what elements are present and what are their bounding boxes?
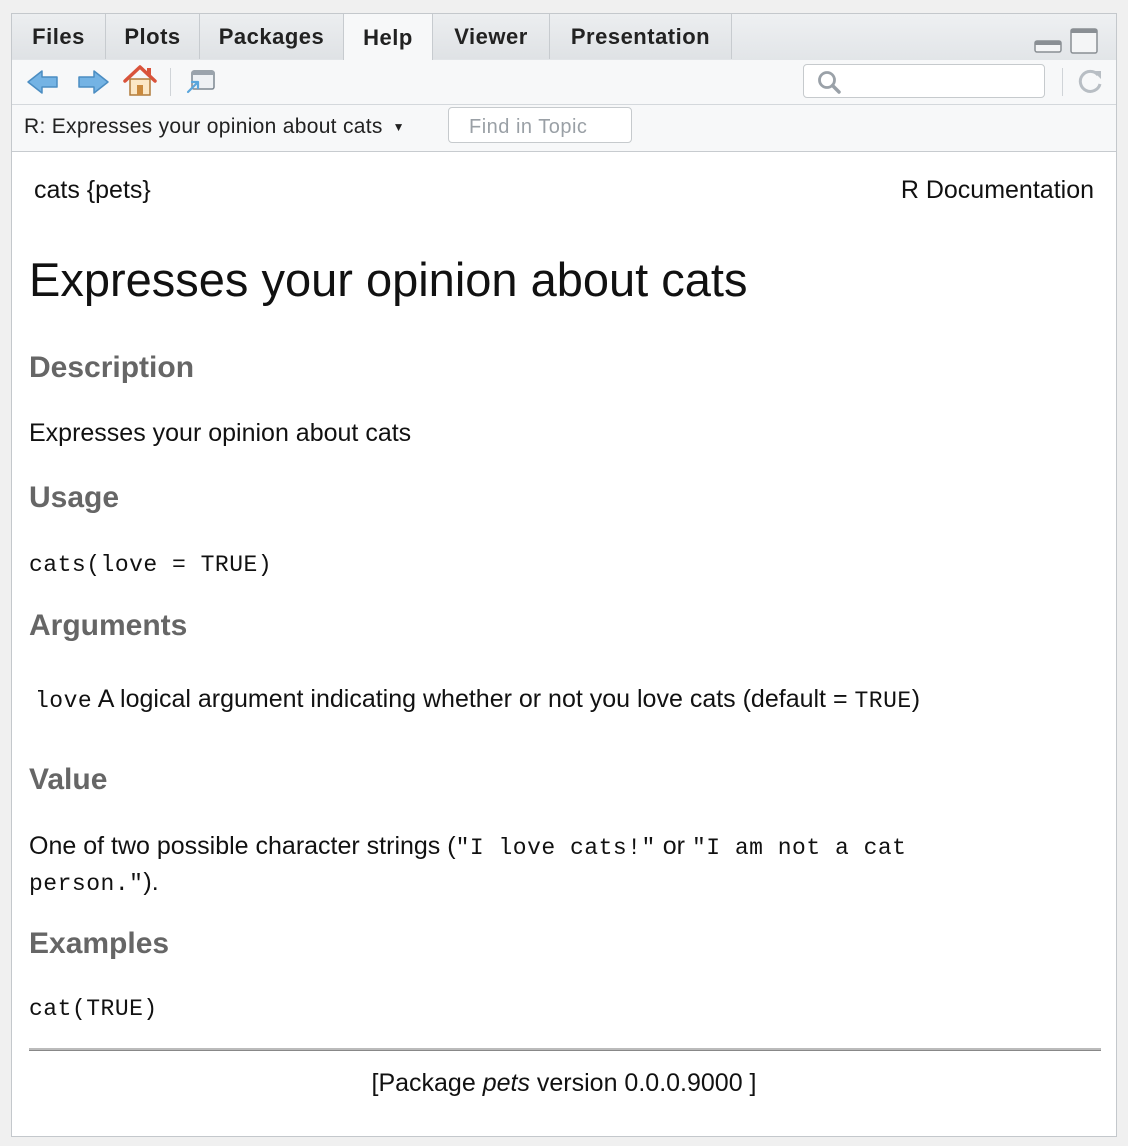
help-pane: Files Plots Packages Help Viewer Present… <box>11 13 1117 1137</box>
topic-package-label: cats {pets} <box>34 176 151 204</box>
arguments-heading: Arguments <box>29 609 188 642</box>
help-toolbar <box>12 60 1116 105</box>
minimize-pane-icon[interactable] <box>1034 28 1062 54</box>
show-in-new-window-icon[interactable] <box>184 68 218 96</box>
examples-heading: Examples <box>29 927 170 960</box>
tab-plots[interactable]: Plots <box>106 14 200 59</box>
refresh-icon[interactable] <box>1074 66 1106 98</box>
r-documentation-label: R Documentation <box>900 176 1094 204</box>
tab-packages[interactable]: Packages <box>200 14 344 59</box>
value-text-part: ). <box>143 868 159 896</box>
tab-bar: Files Plots Packages Help Viewer Present… <box>12 14 1116 61</box>
help-content: cats {pets} R Documentation Expresses yo… <box>12 152 1116 1136</box>
home-icon[interactable] <box>122 64 158 98</box>
footer-text: [Package <box>371 1069 483 1097</box>
chevron-down-icon: ▼ <box>392 120 405 135</box>
tab-help[interactable]: Help <box>343 14 433 61</box>
argument-description: A logical argument indicating whether or… <box>97 685 855 713</box>
forward-arrow-icon[interactable] <box>76 68 110 96</box>
examples-code: cat(TRUE) <box>29 996 158 1022</box>
value-code: "I am not a cat <box>691 835 907 861</box>
value-text: One of two possible character strings ("… <box>29 829 1029 901</box>
tab-presentation[interactable]: Presentation <box>550 14 732 59</box>
package-footer: [Package pets version 0.0.0.9000 ] <box>12 1069 1116 1098</box>
find-in-topic-input[interactable] <box>449 108 631 142</box>
value-text-part: or <box>655 832 692 860</box>
argument-name: love <box>35 688 93 714</box>
topic-bar: R: Expresses your opinion about cats ▼ <box>12 105 1116 152</box>
footer-divider <box>29 1048 1101 1051</box>
toolbar-separator <box>1062 68 1063 96</box>
maximize-pane-icon[interactable] <box>1070 28 1098 54</box>
find-in-topic-box[interactable] <box>448 107 632 143</box>
description-heading: Description <box>29 351 195 384</box>
usage-heading: Usage <box>29 481 120 514</box>
tab-viewer[interactable]: Viewer <box>433 14 550 59</box>
topic-dropdown-label: R: Expresses your opinion about cats <box>24 115 383 138</box>
value-text-part: One of two possible character strings ( <box>29 832 456 860</box>
usage-code: cats(love = TRUE) <box>29 552 273 578</box>
help-search-box[interactable] <box>803 64 1045 98</box>
help-search-input[interactable] <box>844 69 1038 95</box>
footer-text: version 0.0.0.9000 ] <box>529 1069 757 1097</box>
doc-title: Expresses your opinion about cats <box>29 253 748 306</box>
footer-package-name: pets <box>482 1069 530 1097</box>
argument-default-code: TRUE <box>854 688 912 714</box>
toolbar-separator <box>170 68 171 96</box>
description-text: Expresses your opinion about cats <box>29 419 412 447</box>
argument-row: love A logical argument indicating wheth… <box>35 682 920 718</box>
argument-description-end: ) <box>911 685 921 713</box>
topic-dropdown[interactable]: R: Expresses your opinion about cats ▼ <box>24 115 405 139</box>
value-code: "I love cats!" <box>455 835 656 861</box>
search-icon <box>818 71 841 94</box>
back-arrow-icon[interactable] <box>26 68 60 96</box>
value-heading: Value <box>29 763 108 796</box>
value-code: person." <box>29 871 144 897</box>
tab-files[interactable]: Files <box>12 14 106 59</box>
